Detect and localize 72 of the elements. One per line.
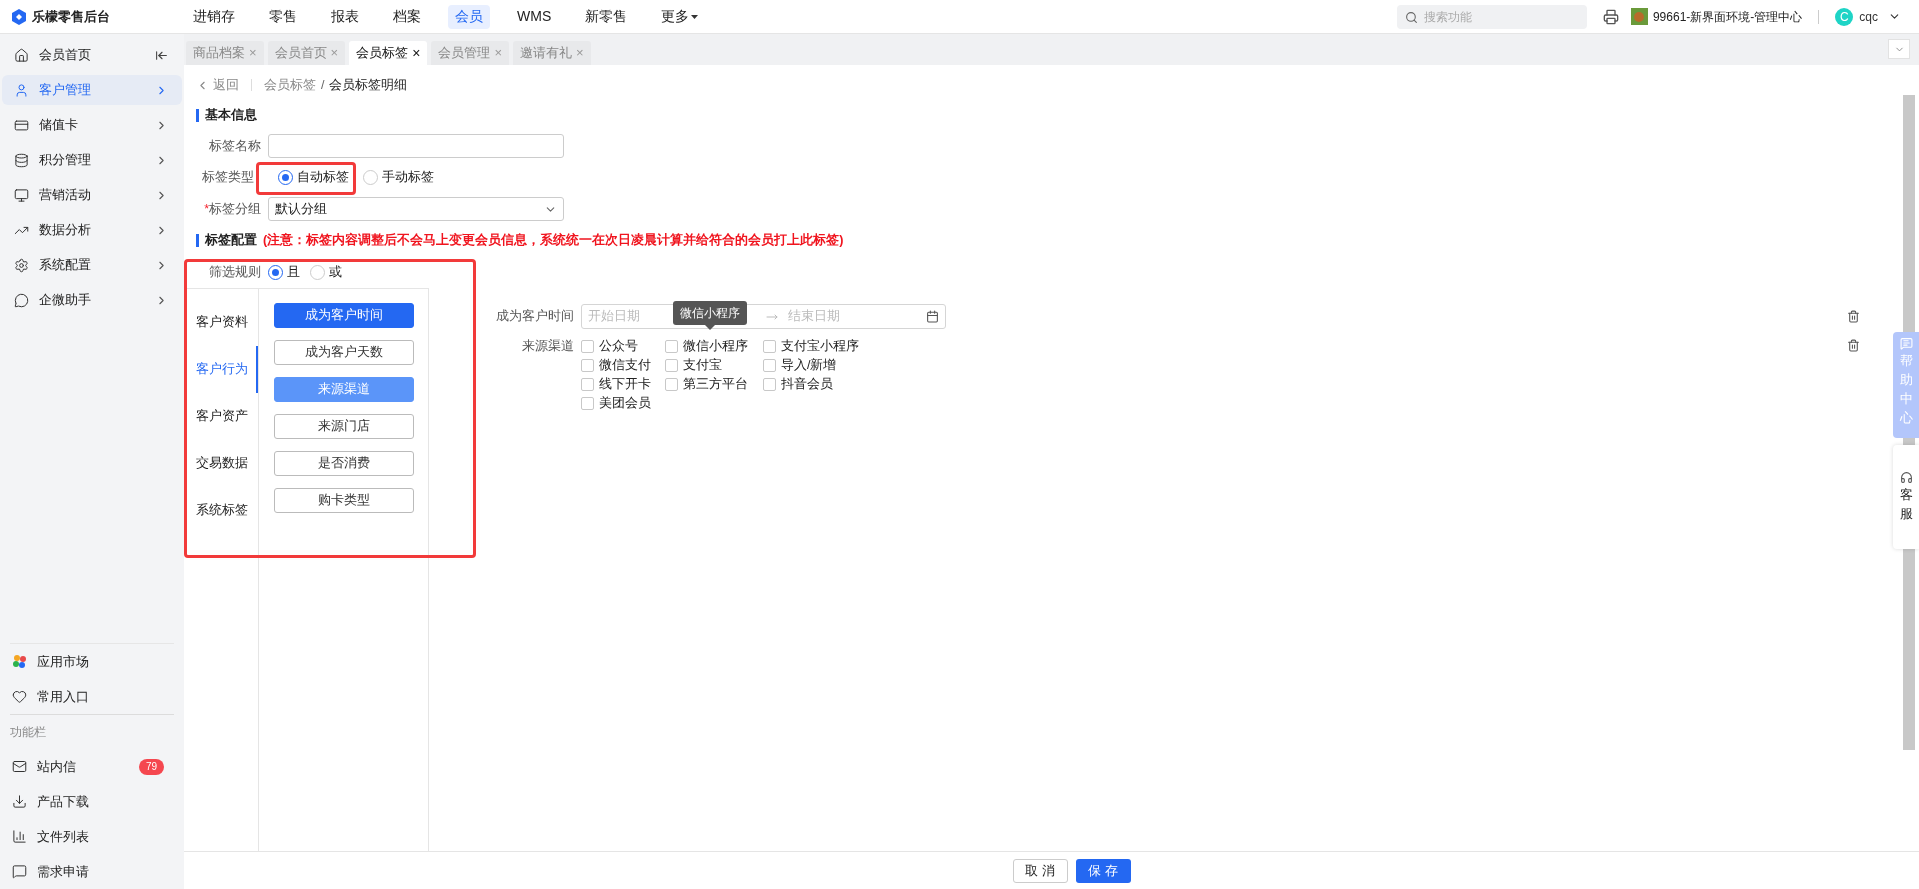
sidebar-item[interactable]: 储值卡 (2, 110, 182, 140)
category-tab[interactable]: 客户行为 (184, 346, 258, 393)
customer-service-tab[interactable]: 客服 (1893, 445, 1919, 549)
app-name: 乐檬零售后台 (32, 7, 110, 26)
field-label: 成为客户时间 (495, 308, 575, 326)
radio-label[interactable]: 且 (287, 262, 300, 282)
section-label: 功能栏 (9, 724, 47, 741)
condition-button[interactable]: 成为客户天数 (273, 340, 414, 365)
sidebar-item[interactable]: 营销活动 (2, 180, 182, 210)
sidebar-item[interactable]: 产品下载 (0, 784, 184, 819)
category-tab[interactable]: 交易数据 (184, 440, 258, 487)
radio-label[interactable]: 手动标签 (382, 167, 434, 187)
condition-button[interactable]: 成为客户时间 (273, 303, 414, 328)
breadcrumb-link[interactable]: 会员标签 (264, 75, 316, 95)
field-label: 筛选规则 (208, 263, 262, 281)
radio-label[interactable]: 或 (329, 262, 342, 282)
close-icon[interactable]: × (412, 42, 421, 64)
section-title: 标签配置 (205, 231, 257, 250)
condition-button[interactable]: 购卡类型 (273, 488, 414, 513)
nav-tab[interactable]: 零售 (262, 4, 304, 29)
checkbox-label[interactable]: 抖音会员 (781, 374, 833, 394)
sidebar-item[interactable]: 常用入口 (0, 679, 184, 714)
checkbox-label[interactable]: 第三方平台 (683, 374, 748, 394)
breadcrumb-current: 会员标签明细 (329, 76, 408, 94)
condition-button[interactable]: 是否消费 (273, 451, 414, 476)
sidebar-item[interactable]: 文件列表 (0, 819, 184, 854)
field-label: 标签名称 (208, 137, 262, 155)
cancel-button[interactable]: 取 消 (1012, 858, 1068, 883)
breadcrumb-separator: / (321, 76, 325, 94)
field-label: *标签分组 (203, 200, 262, 218)
sidebar-item[interactable]: 需求申请 (0, 854, 184, 889)
sidebar-item[interactable]: 系统配置 (2, 250, 182, 280)
section-title: 基本信息 (205, 106, 257, 125)
sidebar-item[interactable]: 站内信 79 (0, 749, 184, 784)
checkbox-label[interactable]: 公众号 (599, 336, 638, 356)
nav-tab[interactable]: 会员 (448, 4, 490, 29)
nav-tab[interactable]: 新零售 (578, 4, 635, 29)
user-name[interactable]: cqc (1859, 7, 1878, 26)
checkbox-label[interactable]: 微信支付 (599, 355, 651, 375)
notice-text: (注意：标签内容调整后不会马上变更会员信息，系统统一在次日凌晨计算并给符合的会员打上此标签) (263, 231, 844, 249)
checkbox-label[interactable]: 线下开卡 (599, 374, 651, 394)
field-label: 标签类型 (201, 168, 255, 186)
nav-tab[interactable]: 档案 (386, 4, 428, 29)
checkbox-label[interactable]: 导入/新增 (781, 355, 837, 375)
condition-button[interactable]: 来源门店 (273, 414, 414, 439)
nav-tab[interactable]: 报表 (324, 4, 366, 29)
sidebar-item[interactable]: 会员首页 (2, 40, 182, 70)
page-tab[interactable]: 会员标签 × (349, 41, 428, 65)
nav-tab[interactable]: 进销存 (186, 4, 242, 29)
checkbox-label[interactable]: 支付宝小程序 (781, 336, 859, 356)
category-tab[interactable]: 客户资产 (184, 393, 258, 440)
back-link[interactable]: 返回 (213, 75, 239, 95)
search-field[interactable]: 搜索功能 (1396, 4, 1587, 29)
save-button[interactable]: 保 存 (1075, 858, 1131, 883)
checkbox-label[interactable]: 美团会员 (599, 393, 651, 413)
checkbox-label[interactable]: 支付宝 (683, 355, 722, 375)
sidebar-item[interactable]: 积分管理 (2, 145, 182, 175)
radio-label[interactable]: 自动标签 (297, 167, 349, 187)
sidebar-item[interactable]: 企微助手 (2, 285, 182, 315)
category-tab[interactable]: 系统标签 (184, 487, 258, 534)
tooltip: 微信小程序 (673, 301, 747, 330)
sidebar-item[interactable]: 客户管理 (2, 75, 182, 105)
sidebar-item[interactable]: 数据分析 (2, 215, 182, 245)
store-name[interactable]: 99661-新界面环境-管理中心 (1652, 7, 1803, 26)
field-label: 来源渠道 (521, 338, 575, 355)
category-tab[interactable]: 客户资料 (184, 299, 258, 346)
checkbox-label[interactable]: 微信小程序 (683, 336, 748, 356)
nav-tab[interactable]: 更多 (654, 4, 706, 29)
group-select[interactable]: 默认分组 (268, 197, 564, 221)
nav-tab[interactable]: WMS (510, 4, 559, 29)
count-badge: 79 (138, 758, 164, 775)
sidebar-item[interactable]: 应用市场 (0, 644, 184, 679)
